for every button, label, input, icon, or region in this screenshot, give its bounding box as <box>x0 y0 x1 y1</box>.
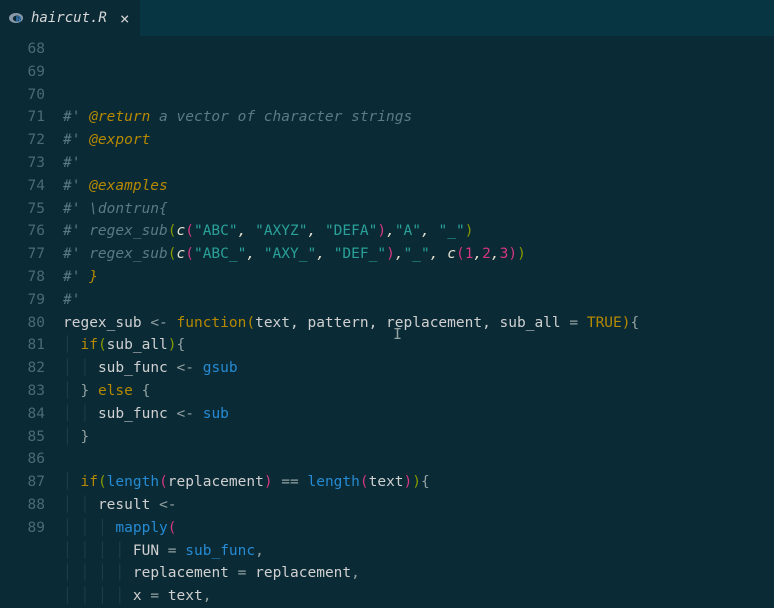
code-line[interactable]: │ │ │ mapply( <box>63 517 774 540</box>
code-line[interactable]: │ if(length(replacement) == length(text)… <box>63 471 774 494</box>
code-line[interactable]: │ } <box>63 426 774 449</box>
line-number: 76 <box>0 220 45 243</box>
code-line[interactable]: regex_sub <- function(text, pattern, rep… <box>63 312 774 335</box>
code-line[interactable]: #' <box>63 152 774 175</box>
code-line[interactable]: #' @return a vector of character strings <box>63 106 774 129</box>
line-number: 77 <box>0 243 45 266</box>
line-number: 70 <box>0 84 45 107</box>
line-number: 82 <box>0 357 45 380</box>
line-number: 80 <box>0 312 45 335</box>
code-line[interactable]: │ if(sub_all){ <box>63 334 774 357</box>
line-number: 74 <box>0 175 45 198</box>
tab-bar: haircut.R × <box>0 0 774 36</box>
code-line[interactable]: │ │ │ │ FUN = sub_func, <box>63 540 774 563</box>
line-number: 78 <box>0 266 45 289</box>
code-line[interactable]: #' @export <box>63 129 774 152</box>
r-file-icon <box>8 10 24 26</box>
line-number: 89 <box>0 517 45 540</box>
code-line[interactable]: #' \dontrun{ <box>63 198 774 221</box>
line-number: 72 <box>0 129 45 152</box>
close-icon[interactable]: × <box>114 9 130 28</box>
line-number: 68 <box>0 38 45 61</box>
code-line[interactable]: │ │ result <- <box>63 494 774 517</box>
code-line[interactable] <box>63 448 774 471</box>
code-line[interactable]: │ │ │ │ x = text, <box>63 585 774 608</box>
code-line[interactable]: │ │ │ │ replacement = replacement, <box>63 562 774 585</box>
line-number: 71 <box>0 106 45 129</box>
line-number: 86 <box>0 448 45 471</box>
line-number: 87 <box>0 471 45 494</box>
tab-filename: haircut.R <box>31 10 107 26</box>
code-line[interactable]: #' <box>63 289 774 312</box>
line-number: 75 <box>0 198 45 221</box>
code-line[interactable]: #' regex_sub(c("ABC", "AXYZ", "DEFA"),"A… <box>63 220 774 243</box>
line-number: 84 <box>0 403 45 426</box>
code-line[interactable]: #' @examples <box>63 175 774 198</box>
editor: 6869707172737475767778798081828384858687… <box>0 36 774 529</box>
code-line[interactable]: │ │ sub_func <- sub <box>63 403 774 426</box>
line-gutter: 6869707172737475767778798081828384858687… <box>0 36 63 529</box>
line-number: 69 <box>0 61 45 84</box>
tab-haircut[interactable]: haircut.R × <box>0 0 140 36</box>
code-line[interactable]: │ │ sub_func <- gsub <box>63 357 774 380</box>
line-number: 79 <box>0 289 45 312</box>
line-number: 83 <box>0 380 45 403</box>
line-number: 73 <box>0 152 45 175</box>
code-line[interactable]: #' } <box>63 266 774 289</box>
line-number: 85 <box>0 426 45 449</box>
line-number: 81 <box>0 334 45 357</box>
code-line[interactable]: #' regex_sub(c("ABC_", "AXY_", "DEF_"),"… <box>63 243 774 266</box>
code-area[interactable]: I #' @return a vector of character strin… <box>63 36 774 529</box>
line-number: 88 <box>0 494 45 517</box>
code-line[interactable]: │ } else { <box>63 380 774 403</box>
